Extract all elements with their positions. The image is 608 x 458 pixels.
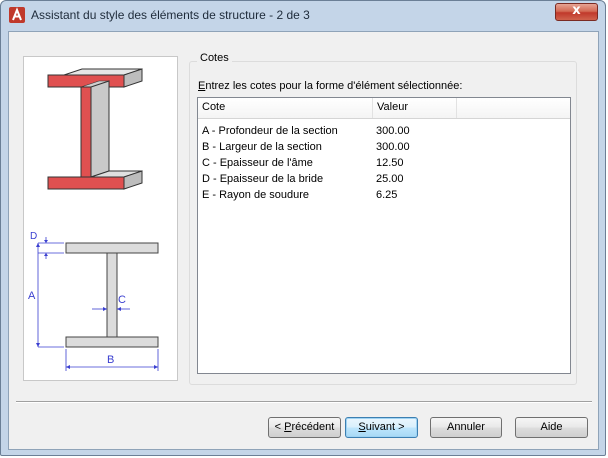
valeur-cell[interactable]: 300.00 <box>376 125 410 137</box>
cancel-label: Annuler <box>447 421 485 433</box>
column-header-cote[interactable]: Cote <box>202 101 225 113</box>
dimension-label-c: C <box>118 294 126 306</box>
button-separator <box>16 401 592 403</box>
dialog-client-area: D A C B Cotes Entrez les cotes pour la f… <box>8 31 599 450</box>
cote-cell: C - Epaisseur de l'âme <box>202 157 313 169</box>
cote-cell: E - Rayon de soudure <box>202 189 310 201</box>
instruction-label: Entrez les cotes pour la forme d'élément… <box>198 80 462 92</box>
column-divider[interactable] <box>456 98 457 118</box>
table-row[interactable]: B - Largeur de la section 300.00 <box>198 141 570 157</box>
previous-button[interactable]: < Précédent <box>268 417 341 438</box>
next-button[interactable]: Suivant > <box>345 417 418 438</box>
table-row[interactable]: E - Rayon de soudure 6.25 <box>198 189 570 205</box>
cote-cell: A - Profondeur de la section <box>202 125 338 137</box>
previous-label: récédent <box>291 421 335 433</box>
instruction-text: ntrez les cotes pour la forme d'élément … <box>205 80 463 92</box>
cote-cell: D - Epaisseur de la bride <box>202 173 324 185</box>
dimension-label-b: B <box>107 354 114 366</box>
column-divider[interactable] <box>372 98 373 118</box>
dimension-label-d: D <box>30 231 37 242</box>
cancel-button[interactable]: Annuler <box>430 417 502 438</box>
next-mnemonic: S <box>358 421 366 433</box>
list-header: Cote Valeur <box>198 98 570 119</box>
close-button[interactable]: x <box>555 3 598 21</box>
autocad-app-icon <box>9 7 25 23</box>
close-icon: x <box>572 3 581 18</box>
i-beam-3d-image <box>47 68 143 190</box>
cotes-group-title: Cotes <box>197 52 232 64</box>
table-row[interactable]: A - Profondeur de la section 300.00 <box>198 125 570 141</box>
table-row[interactable]: D - Epaisseur de la bride 25.00 <box>198 173 570 189</box>
window-title: Assistant du style des éléments de struc… <box>31 8 310 22</box>
dimension-label-a: A <box>28 290 36 302</box>
previous-mnemonic: P <box>284 421 292 433</box>
help-button[interactable]: Aide <box>515 417 588 438</box>
column-header-valeur[interactable]: Valeur <box>377 101 408 113</box>
valeur-cell[interactable]: 25.00 <box>376 173 404 185</box>
valeur-cell[interactable]: 12.50 <box>376 157 404 169</box>
valeur-cell[interactable]: 6.25 <box>376 189 397 201</box>
i-beam-section-diagram: D A C B <box>28 231 159 371</box>
shape-preview-panel: D A C B <box>23 56 178 381</box>
dimensions-listview[interactable]: Cote Valeur A - Profondeur de la section… <box>197 97 571 374</box>
i-beam-illustration: D A C B <box>28 68 159 371</box>
valeur-cell[interactable]: 300.00 <box>376 141 410 153</box>
table-row[interactable]: C - Epaisseur de l'âme 12.50 <box>198 157 570 173</box>
help-label: Aide <box>540 421 563 433</box>
next-label: uivant > <box>365 421 405 433</box>
title-bar[interactable]: Assistant du style des éléments de struc… <box>1 1 605 31</box>
wizard-window: Assistant du style des éléments de struc… <box>0 0 606 456</box>
cote-cell: B - Largeur de la section <box>202 141 322 153</box>
previous-prefix: < <box>274 421 285 433</box>
